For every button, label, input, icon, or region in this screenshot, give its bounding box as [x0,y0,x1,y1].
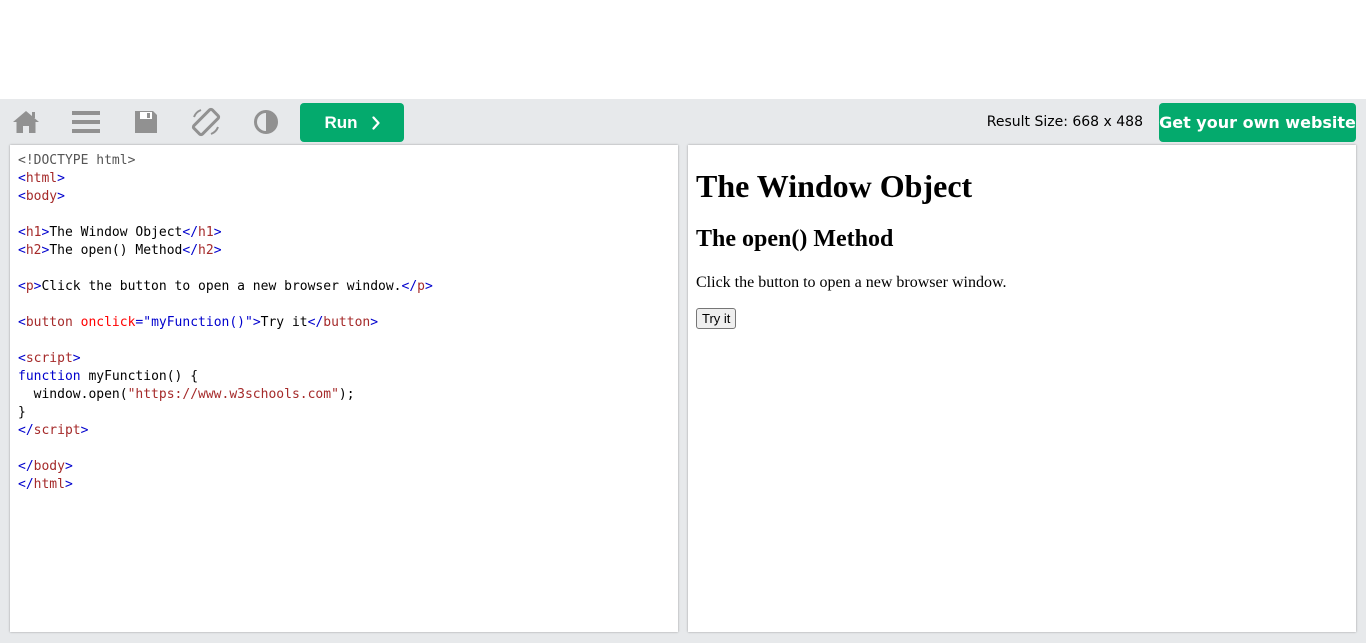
chevron-right-icon [371,115,380,130]
code-line-12: <script> [18,351,81,366]
code-line-16: </script> [18,423,89,438]
code-line-13: function myFunction() { [18,369,199,384]
home-icon[interactable] [10,107,42,137]
code-line-5: <h1>The Window Object</h1> [18,225,222,240]
code-line-19: </html> [18,477,73,492]
code-line-18: </body> [18,459,73,474]
code-line-6: <h2>The open() Method</h2> [18,243,222,258]
code-content[interactable]: <!DOCTYPE html> <html> <body> <h1>The Windo… [18,152,670,494]
result-size-label: Result Size: 668 x 488 [986,114,1143,130]
code-line-10: <button onclick="myFunction()">Try it</b… [18,315,379,330]
code-line-1: <!DOCTYPE html> [18,153,136,168]
tryit-workspace: Run Result Size: 668 x 488 Get your own … [0,99,1366,643]
run-button-label: Run [324,112,358,132]
top-blank-area [0,0,1366,99]
code-line-8: <p>Click the button to open a new browse… [18,279,433,294]
result-heading-1: The Window Object [696,168,973,204]
contrast-icon[interactable] [250,107,282,137]
code-line-3: <body> [18,189,65,204]
try-it-button[interactable]: Try it [696,308,737,330]
code-line-14: window.open("https://www.w3schools.com")… [18,387,355,402]
run-button[interactable]: Run [300,103,404,142]
toolbar: Run Result Size: 668 x 488 Get your own … [0,99,1366,145]
code-editor[interactable]: <!DOCTYPE html> <html> <body> <h1>The Windo… [10,145,678,632]
code-line-15: } [18,405,26,420]
rotate-icon[interactable] [190,107,222,137]
result-heading-2: The open() Method [696,226,894,253]
get-your-own-website-button[interactable]: Get your own website [1159,103,1356,142]
save-icon[interactable] [130,107,162,137]
result-frame: The Window Object The open() Method Clic… [688,145,1356,632]
menu-icon[interactable] [70,107,102,137]
code-line-2: <html> [18,171,65,186]
result-paragraph: Click the button to open a new browser w… [696,274,1007,292]
